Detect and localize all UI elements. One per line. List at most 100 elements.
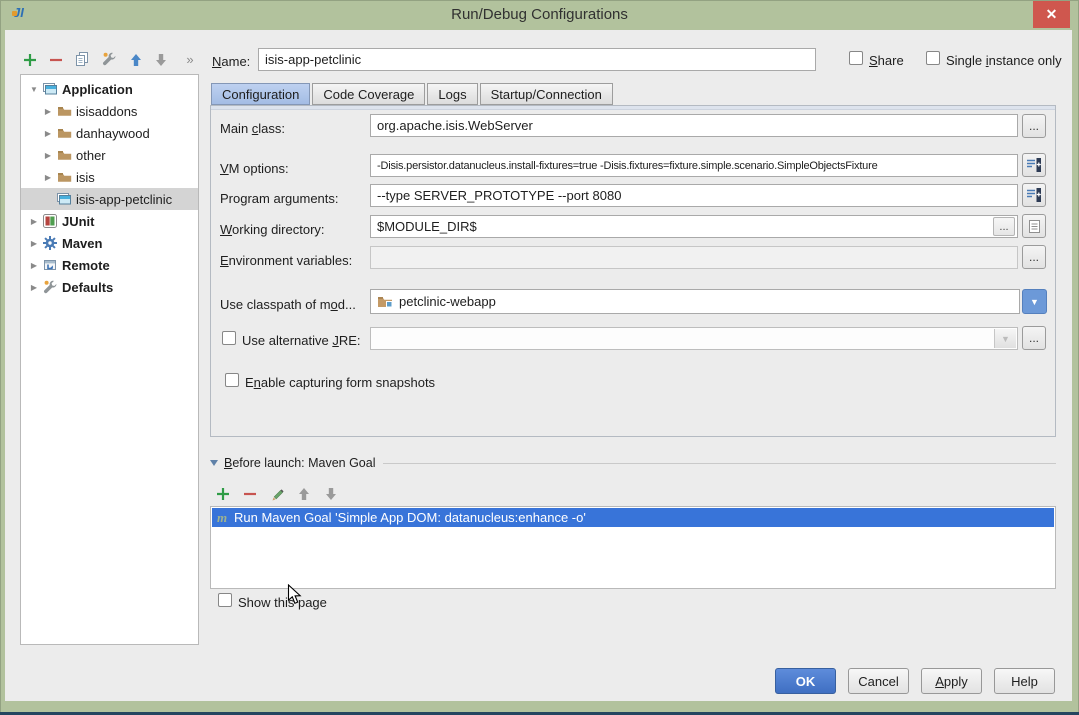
before-launch-task-list: m Run Maven Goal 'Simple App DOM: datanu… [210,506,1056,589]
classpath-module-combo[interactable]: petclinic-webapp [370,289,1020,314]
name-input[interactable] [258,48,816,71]
folder-icon [55,127,73,139]
working-directory-input[interactable] [370,215,1018,238]
alternative-jre-combo[interactable]: ▼ [370,327,1018,350]
wrench-icon [101,51,117,67]
main-class-input[interactable] [370,114,1018,137]
show-this-page-checkbox[interactable] [218,593,232,607]
chevron-right-icon[interactable]: ▶ [41,107,55,116]
folder-icon [55,105,73,117]
chevron-down-icon[interactable]: ▼ [27,85,41,94]
before-launch-header: Before launch: Maven Goal [210,456,1056,470]
expand-editor-icon [1026,187,1042,203]
pencil-icon [270,487,284,501]
vm-options-expand-button[interactable] [1022,153,1046,177]
move-down-button[interactable] [151,50,171,70]
working-directory-macro-button[interactable] [1022,214,1046,238]
tab-configuration[interactable]: Configuration [211,83,310,105]
add-configuration-button[interactable] [20,50,40,70]
single-instance-label: Single instance only [946,53,1062,68]
folder-icon [55,149,73,161]
tree-item-isis-app-petclinic[interactable]: isis-app-petclinic [21,188,198,210]
tab-code-coverage[interactable]: Code Coverage [312,83,425,105]
tab-logs[interactable]: Logs [427,83,477,105]
tree-item-label: danhaywood [76,126,150,141]
enable-snapshots-checkbox[interactable] [225,373,239,387]
alternative-jre-browse-button[interactable]: ... [1022,326,1046,350]
share-label: Share [869,53,904,68]
remove-configuration-button[interactable] [46,50,66,70]
collapse-triangle-icon[interactable] [210,460,218,466]
module-icon [377,295,393,308]
program-arguments-input[interactable] [370,184,1018,207]
document-icon [1028,219,1041,234]
vm-options-input[interactable] [370,154,1018,177]
close-icon: ✕ [1046,6,1058,23]
classpath-dropdown-button[interactable]: ▼ [1022,289,1047,314]
environment-variables-input[interactable] [370,246,1018,269]
environment-variables-browse-button[interactable]: ... [1022,245,1046,269]
show-more-button[interactable]: » [180,49,200,69]
plus-icon [23,53,37,67]
arrow-up-icon [130,53,142,67]
configurations-tree: ▼ Application ▶ isisaddons ▶ danhaywood … [20,74,199,645]
enable-snapshots-label: Enable capturing form snapshots [245,375,435,390]
tree-item-remote[interactable]: ▶ Remote [21,254,198,276]
apply-button[interactable]: Apply [921,668,982,694]
arrow-down-icon [325,487,337,501]
chevron-right-icon[interactable]: ▶ [41,129,55,138]
program-arguments-expand-button[interactable] [1022,183,1046,207]
before-launch-add-button[interactable] [213,484,233,504]
tree-item-application[interactable]: ▼ Application [21,78,198,100]
working-directory-inline-browse-button[interactable]: ... [993,217,1015,236]
tree-item-label: Application [62,82,133,97]
chevron-right-icon[interactable]: ▶ [27,239,41,248]
copy-icon [74,51,90,67]
classpath-module-value: petclinic-webapp [399,294,496,309]
tab-bar: Configuration Code Coverage Logs Startup… [211,83,615,105]
before-launch-edit-button[interactable] [267,484,287,504]
maven-goal-task-row[interactable]: m Run Maven Goal 'Simple App DOM: datanu… [212,508,1054,527]
close-button[interactable]: ✕ [1033,1,1070,28]
share-checkbox[interactable] [849,51,863,65]
single-instance-checkbox[interactable] [926,51,940,65]
chevron-double-right-icon: » [186,52,193,67]
wrench-icon [41,279,59,295]
plus-icon [216,487,230,501]
before-launch-move-down-button[interactable] [321,484,341,504]
move-up-button[interactable] [126,50,146,70]
ok-button[interactable]: OK [775,668,836,694]
tree-item-junit[interactable]: ▶ JUnit [21,210,198,232]
tree-item-label: other [76,148,106,163]
edit-defaults-button[interactable] [99,49,119,69]
maven-gear-icon [41,236,59,250]
chevron-right-icon[interactable]: ▶ [41,173,55,182]
tree-item-label: Maven [62,236,102,251]
environment-variables-label: Environment variables: [220,253,352,268]
before-launch-remove-button[interactable] [240,484,260,504]
tree-item-isis[interactable]: ▶ isis [21,166,198,188]
chevron-down-icon: ▼ [1030,297,1039,307]
application-icon [41,82,59,96]
tree-item-other[interactable]: ▶ other [21,144,198,166]
tree-item-isisaddons[interactable]: ▶ isisaddons [21,100,198,122]
use-classpath-label: Use classpath of mod... [220,297,356,312]
copy-configuration-button[interactable] [72,49,92,69]
main-class-browse-button[interactable]: ... [1022,114,1046,138]
cancel-button[interactable]: Cancel [848,668,909,694]
tab-startup-connection[interactable]: Startup/Connection [480,83,613,105]
use-alternative-jre-checkbox[interactable] [222,331,236,345]
tree-item-danhaywood[interactable]: ▶ danhaywood [21,122,198,144]
folder-icon [55,171,73,183]
chevron-right-icon[interactable]: ▶ [27,261,41,270]
help-button[interactable]: Help [994,668,1055,694]
tree-item-maven[interactable]: ▶ Maven [21,232,198,254]
tree-item-defaults[interactable]: ▶ Defaults [21,276,198,298]
chevron-right-icon[interactable]: ▶ [27,217,41,226]
chevron-right-icon[interactable]: ▶ [27,283,41,292]
titlebar[interactable]: JI Run/Debug Configurations ✕ [0,0,1079,30]
before-launch-move-up-button[interactable] [294,484,314,504]
chevron-right-icon[interactable]: ▶ [41,151,55,160]
maven-icon: m [217,510,234,526]
arrow-down-icon [155,53,167,67]
